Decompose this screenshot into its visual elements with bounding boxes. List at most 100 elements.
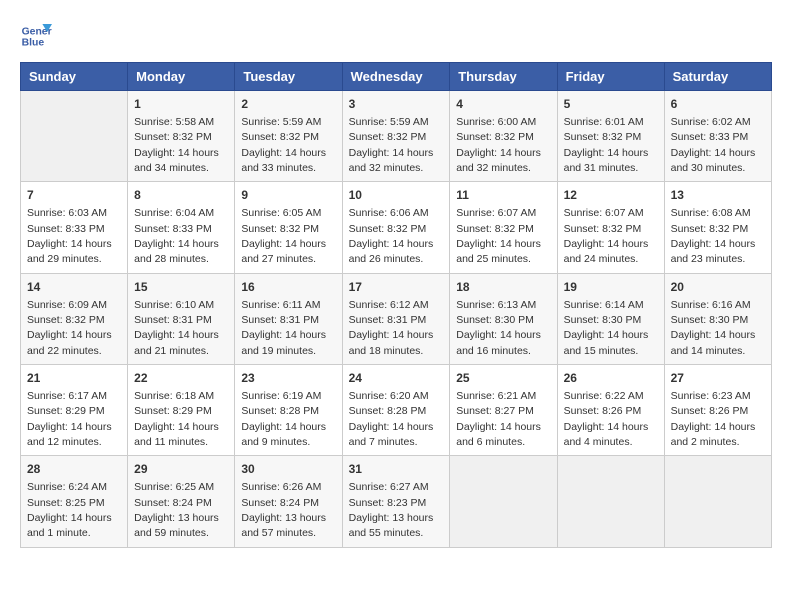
day-cell: 30 Sunrise: 6:26 AM Sunset: 8:24 PM Dayli… (235, 456, 342, 547)
day-cell: 24 Sunrise: 6:20 AM Sunset: 8:28 PM Dayli… (342, 365, 450, 456)
page-header: General Blue (20, 20, 772, 52)
header-cell-tuesday: Tuesday (235, 63, 342, 91)
day-cell: 27 Sunrise: 6:23 AM Sunset: 8:26 PM Dayli… (664, 365, 771, 456)
day-number: 30 (241, 461, 335, 478)
day-cell: 20 Sunrise: 6:16 AM Sunset: 8:30 PM Dayli… (664, 273, 771, 364)
day-number: 23 (241, 370, 335, 387)
day-number: 15 (134, 279, 228, 296)
day-number: 24 (349, 370, 444, 387)
day-number: 28 (27, 461, 121, 478)
day-cell: 3 Sunrise: 5:59 AM Sunset: 8:32 PM Daylig… (342, 91, 450, 182)
day-info: Sunrise: 6:26 AM Sunset: 8:24 PM Dayligh… (241, 481, 326, 539)
header-cell-saturday: Saturday (664, 63, 771, 91)
day-info: Sunrise: 6:25 AM Sunset: 8:24 PM Dayligh… (134, 481, 219, 539)
day-number: 7 (27, 187, 121, 204)
day-number: 19 (564, 279, 658, 296)
day-number: 1 (134, 96, 228, 113)
day-cell: 9 Sunrise: 6:05 AM Sunset: 8:32 PM Daylig… (235, 182, 342, 273)
day-number: 6 (671, 96, 765, 113)
day-number: 2 (241, 96, 335, 113)
day-info: Sunrise: 6:23 AM Sunset: 8:26 PM Dayligh… (671, 390, 756, 448)
day-info: Sunrise: 6:04 AM Sunset: 8:33 PM Dayligh… (134, 207, 219, 265)
day-cell: 26Sunrise: 6:22 AM Sunset: 8:26 PM Dayli… (557, 365, 664, 456)
day-info: Sunrise: 6:07 AM Sunset: 8:32 PM Dayligh… (564, 207, 649, 265)
day-number: 11 (456, 187, 550, 204)
day-cell: 13 Sunrise: 6:08 AM Sunset: 8:32 PM Dayli… (664, 182, 771, 273)
calendar-table: SundayMondayTuesdayWednesdayThursdayFrid… (20, 62, 772, 548)
day-cell: 4 Sunrise: 6:00 AM Sunset: 8:32 PM Daylig… (450, 91, 557, 182)
day-cell: 21 Sunrise: 6:17 AM Sunset: 8:29 PM Dayli… (21, 365, 128, 456)
day-number: 14 (27, 279, 121, 296)
day-number: 10 (349, 187, 444, 204)
svg-text:Blue: Blue (22, 38, 45, 49)
day-info: Sunrise: 6:10 AM Sunset: 8:31 PM Dayligh… (134, 299, 219, 357)
day-info: Sunrise: 5:59 AM Sunset: 8:32 PM Dayligh… (241, 116, 326, 174)
day-cell: 19 Sunrise: 6:14 AM Sunset: 8:30 PM Dayli… (557, 273, 664, 364)
day-number: 13 (671, 187, 765, 204)
logo-icon: General Blue (20, 20, 52, 52)
day-cell: 5Sunrise: 6:01 AM Sunset: 8:32 PM Daylig… (557, 91, 664, 182)
header-cell-sunday: Sunday (21, 63, 128, 91)
day-info: Sunrise: 6:13 AM Sunset: 8:30 PM Dayligh… (456, 299, 541, 357)
day-info: Sunrise: 6:14 AM Sunset: 8:30 PM Dayligh… (564, 299, 649, 357)
day-number: 3 (349, 96, 444, 113)
day-cell: 18 Sunrise: 6:13 AM Sunset: 8:30 PM Dayli… (450, 273, 557, 364)
day-info: Sunrise: 6:19 AM Sunset: 8:28 PM Dayligh… (241, 390, 326, 448)
day-cell: 17 Sunrise: 6:12 AM Sunset: 8:31 PM Dayli… (342, 273, 450, 364)
day-cell: 12Sunrise: 6:07 AM Sunset: 8:32 PM Dayli… (557, 182, 664, 273)
day-cell: 14 Sunrise: 6:09 AM Sunset: 8:32 PM Dayli… (21, 273, 128, 364)
day-cell: 28Sunrise: 6:24 AM Sunset: 8:25 PM Dayli… (21, 456, 128, 547)
day-info: Sunrise: 6:20 AM Sunset: 8:28 PM Dayligh… (349, 390, 434, 448)
day-info: Sunrise: 6:12 AM Sunset: 8:31 PM Dayligh… (349, 299, 434, 357)
day-cell: 10 Sunrise: 6:06 AM Sunset: 8:32 PM Dayli… (342, 182, 450, 273)
day-number: 9 (241, 187, 335, 204)
header-cell-wednesday: Wednesday (342, 63, 450, 91)
week-row-4: 21 Sunrise: 6:17 AM Sunset: 8:29 PM Dayli… (21, 365, 772, 456)
day-number: 16 (241, 279, 335, 296)
day-cell: 29 Sunrise: 6:25 AM Sunset: 8:24 PM Dayli… (128, 456, 235, 547)
day-number: 20 (671, 279, 765, 296)
day-cell: 8Sunrise: 6:04 AM Sunset: 8:33 PM Daylig… (128, 182, 235, 273)
day-number: 18 (456, 279, 550, 296)
day-info: Sunrise: 5:58 AM Sunset: 8:32 PM Dayligh… (134, 116, 219, 174)
day-number: 22 (134, 370, 228, 387)
day-info: Sunrise: 6:09 AM Sunset: 8:32 PM Dayligh… (27, 299, 112, 357)
day-info: Sunrise: 6:01 AM Sunset: 8:32 PM Dayligh… (564, 116, 649, 174)
header-cell-thursday: Thursday (450, 63, 557, 91)
day-cell: 25 Sunrise: 6:21 AM Sunset: 8:27 PM Dayli… (450, 365, 557, 456)
day-info: Sunrise: 6:21 AM Sunset: 8:27 PM Dayligh… (456, 390, 541, 448)
week-row-3: 14 Sunrise: 6:09 AM Sunset: 8:32 PM Dayli… (21, 273, 772, 364)
day-cell (450, 456, 557, 547)
week-row-2: 7 Sunrise: 6:03 AM Sunset: 8:33 PM Daylig… (21, 182, 772, 273)
day-info: Sunrise: 6:00 AM Sunset: 8:32 PM Dayligh… (456, 116, 541, 174)
day-info: Sunrise: 6:16 AM Sunset: 8:30 PM Dayligh… (671, 299, 756, 357)
day-cell: 15 Sunrise: 6:10 AM Sunset: 8:31 PM Dayli… (128, 273, 235, 364)
day-info: Sunrise: 6:17 AM Sunset: 8:29 PM Dayligh… (27, 390, 112, 448)
day-cell: 16Sunrise: 6:11 AM Sunset: 8:31 PM Dayli… (235, 273, 342, 364)
day-info: Sunrise: 6:08 AM Sunset: 8:32 PM Dayligh… (671, 207, 756, 265)
day-number: 25 (456, 370, 550, 387)
week-row-5: 28Sunrise: 6:24 AM Sunset: 8:25 PM Dayli… (21, 456, 772, 547)
day-number: 29 (134, 461, 228, 478)
day-info: Sunrise: 5:59 AM Sunset: 8:32 PM Dayligh… (349, 116, 434, 174)
day-cell (664, 456, 771, 547)
day-info: Sunrise: 6:05 AM Sunset: 8:32 PM Dayligh… (241, 207, 326, 265)
day-info: Sunrise: 6:22 AM Sunset: 8:26 PM Dayligh… (564, 390, 649, 448)
day-cell: 31 Sunrise: 6:27 AM Sunset: 8:23 PM Dayli… (342, 456, 450, 547)
day-info: Sunrise: 6:06 AM Sunset: 8:32 PM Dayligh… (349, 207, 434, 265)
day-number: 21 (27, 370, 121, 387)
day-number: 27 (671, 370, 765, 387)
header-row: SundayMondayTuesdayWednesdayThursdayFrid… (21, 63, 772, 91)
day-cell: 7 Sunrise: 6:03 AM Sunset: 8:33 PM Daylig… (21, 182, 128, 273)
day-cell: 6 Sunrise: 6:02 AM Sunset: 8:33 PM Daylig… (664, 91, 771, 182)
day-number: 17 (349, 279, 444, 296)
week-row-1: 1 Sunrise: 5:58 AM Sunset: 8:32 PM Daylig… (21, 91, 772, 182)
day-number: 31 (349, 461, 444, 478)
day-info: Sunrise: 6:02 AM Sunset: 8:33 PM Dayligh… (671, 116, 756, 174)
day-number: 4 (456, 96, 550, 113)
day-info: Sunrise: 6:27 AM Sunset: 8:23 PM Dayligh… (349, 481, 434, 539)
day-cell (21, 91, 128, 182)
day-info: Sunrise: 6:07 AM Sunset: 8:32 PM Dayligh… (456, 207, 541, 265)
day-info: Sunrise: 6:03 AM Sunset: 8:33 PM Dayligh… (27, 207, 112, 265)
day-cell (557, 456, 664, 547)
